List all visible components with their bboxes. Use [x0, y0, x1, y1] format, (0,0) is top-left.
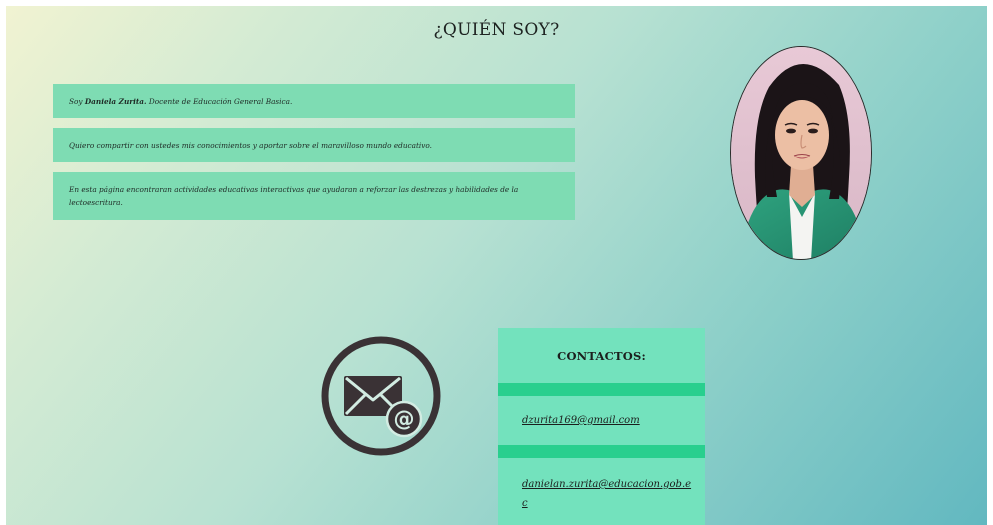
page-container: ¿QUIÉN SOY? Soy Daniela Zurita. Docente … — [6, 6, 987, 525]
profile-photo — [730, 46, 872, 260]
page-title: ¿QUIÉN SOY? — [433, 20, 560, 40]
email-envelope-icon: @ — [319, 334, 443, 458]
profile-photo-illustration — [731, 47, 871, 259]
contacts-divider — [498, 383, 705, 396]
svg-text:@: @ — [394, 407, 415, 431]
intro-greeting-suffix: Docente de Educación General Basica. — [146, 96, 293, 106]
intro-box-description: En esta página encontraran actividades e… — [53, 172, 575, 220]
envelope-at-icon: @ — [321, 336, 441, 456]
contact-email-educacion-link[interactable]: danielan.zurita@educacion.gob.ec — [522, 475, 692, 513]
intro-box-purpose: Quiero compartir con ustedes mis conocim… — [53, 128, 575, 162]
intro-greeting-prefix: Soy — [69, 96, 85, 106]
contacts-panel: CONTACTOS: dzurita169@gmail.com danielan… — [498, 328, 705, 525]
intro-description-text: En esta página encontraran actividades e… — [69, 185, 519, 207]
contact-email-gmail-link[interactable]: dzurita169@gmail.com — [522, 411, 692, 430]
intro-author-name: Daniela Zurita. — [84, 96, 147, 106]
contacts-divider — [498, 445, 705, 458]
contacts-title: CONTACTOS: — [557, 349, 646, 363]
intro-box-greeting: Soy Daniela Zurita. Docente de Educación… — [53, 84, 575, 118]
intro-greeting-text: Soy Daniela Zurita. Docente de Educación… — [69, 95, 292, 108]
intro-purpose-text: Quiero compartir con ustedes mis conocim… — [69, 140, 432, 150]
